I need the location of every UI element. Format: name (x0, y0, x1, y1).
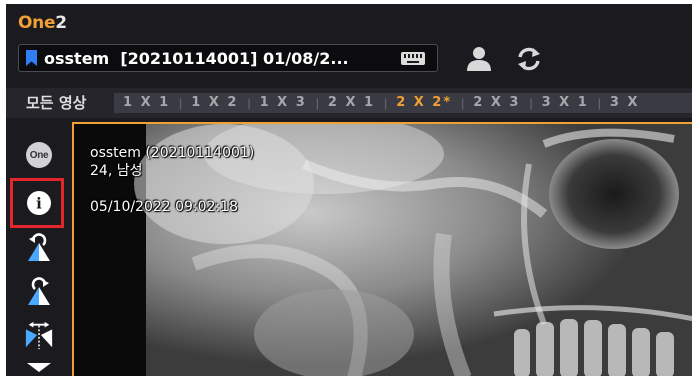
app-window: One2 osstem [20210114001] 01/08/2... 모든 … (6, 4, 692, 376)
flip-vertical-button[interactable] (24, 360, 54, 376)
user-icon[interactable] (464, 44, 494, 74)
logo-text-one: One (18, 13, 56, 33)
flip-horizontal-button[interactable] (24, 320, 54, 350)
tab-2x1[interactable]: 2 X 1 (319, 93, 384, 113)
rotate-right-icon (28, 277, 50, 305)
one-button[interactable]: One (24, 140, 54, 170)
layout-tabs: 1 X 1 | 1 X 2 | 1 X 3 | 2 X 1 | 2 X 2* |… (114, 93, 692, 113)
overlay-age-sex-line: 24, 남성 (90, 163, 143, 179)
tool-strip: One i (6, 122, 72, 376)
tab-2x3[interactable]: 2 X 3 (464, 93, 529, 113)
info-icon-glyph: i (36, 195, 42, 213)
info-icon: i (27, 191, 51, 215)
tab-2x2[interactable]: 2 X 2* (387, 93, 461, 113)
overlay-patient-line: osstem (20210114001) (90, 145, 255, 161)
info-button[interactable]: i (24, 188, 54, 218)
rotate-left-icon (28, 233, 50, 261)
patient-label: osstem [20210114001] 01/08/2... (44, 49, 349, 68)
app-logo: One2 (18, 13, 67, 33)
tab-3x[interactable]: 3 X (601, 93, 649, 113)
patient-overlay: osstem (20210114001) 24, 남성 05/10/2022 0… (90, 144, 254, 216)
flip-horizontal-icon (25, 321, 53, 350)
patient-selector[interactable]: osstem [20210114001] 01/08/2... (18, 44, 438, 72)
layout-bar: 모든 영상 1 X 1 | 1 X 2 | 1 X 3 | 2 X 1 | 2 … (6, 88, 692, 118)
bookmark-icon[interactable] (26, 50, 37, 66)
tab-1x2[interactable]: 1 X 2 (182, 93, 247, 113)
rotate-left-button[interactable] (24, 232, 54, 262)
tab-1x3[interactable]: 1 X 3 (251, 93, 316, 113)
logo-text-two: 2 (55, 13, 67, 33)
overlay-datetime-line: 05/10/2022 09:02:18 (90, 199, 239, 215)
all-images-label[interactable]: 모든 영상 (26, 93, 86, 113)
one-icon: One (26, 142, 52, 168)
image-viewport[interactable]: osstem (20210114001) 24, 남성 05/10/2022 0… (72, 122, 692, 376)
refresh-icon[interactable] (514, 44, 544, 74)
tab-1x1[interactable]: 1 X 1 (114, 93, 179, 113)
tab-3x1[interactable]: 3 X 1 (533, 93, 598, 113)
keyboard-icon[interactable] (401, 52, 425, 65)
rotate-right-button[interactable] (24, 276, 54, 306)
flip-vertical-icon (27, 363, 51, 372)
